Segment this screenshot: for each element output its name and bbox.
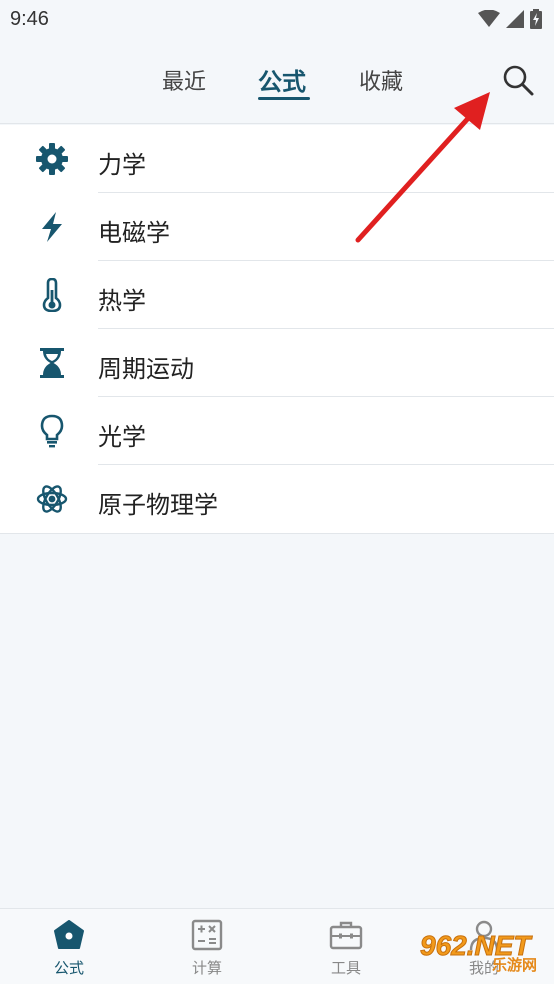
category-list: 力学 电磁学 热学 周期运动 光学 原子物理学 — [0, 125, 554, 534]
list-item-mechanics[interactable]: 力学 — [0, 125, 554, 193]
list-item-electromagnetism[interactable]: 电磁学 — [0, 193, 554, 261]
list-item-label: 力学 — [98, 151, 146, 179]
list-item-thermodynamics[interactable]: 热学 — [0, 261, 554, 329]
toolbox-icon — [328, 917, 364, 953]
nav-label: 公式 — [53, 959, 84, 977]
list-item-atomic-physics[interactable]: 原子物理学 — [0, 465, 554, 533]
list-item-periodic-motion[interactable]: 周期运动 — [0, 329, 554, 397]
nav-label: 计算 — [191, 959, 222, 977]
lightbulb-icon — [34, 413, 70, 449]
wifi-icon — [478, 10, 500, 27]
nav-formulas[interactable]: 公式 — [19, 909, 119, 984]
watermark-logo: 962.NET 乐游网 — [414, 930, 548, 982]
tab-formulas[interactable]: 公式 — [258, 62, 306, 97]
list-item-label: 电磁学 — [98, 219, 170, 247]
hourglass-icon — [34, 345, 70, 381]
list-item-label: 周期运动 — [98, 355, 194, 383]
list-item-label: 原子物理学 — [98, 491, 218, 519]
list-item-optics[interactable]: 光学 — [0, 397, 554, 465]
tab-recent[interactable]: 最近 — [162, 64, 206, 96]
atom-icon — [34, 481, 70, 517]
search-button[interactable] — [500, 62, 536, 98]
home-icon — [51, 917, 87, 953]
tab-favorites[interactable]: 收藏 — [359, 64, 403, 96]
list-item-label: 热学 — [98, 287, 146, 315]
lightning-icon — [34, 209, 70, 245]
gear-icon — [34, 141, 70, 177]
calculator-icon — [189, 917, 225, 953]
status-icons — [478, 9, 542, 29]
list-item-label: 光学 — [98, 423, 146, 451]
top-tab-bar: 最近 公式 收藏 — [0, 38, 554, 124]
thermometer-icon — [34, 277, 70, 313]
search-icon — [503, 65, 534, 96]
status-time: 9:46 — [10, 7, 49, 30]
nav-label: 工具 — [330, 959, 361, 977]
signal-icon — [506, 10, 524, 28]
battery-icon — [530, 9, 542, 29]
active-tab-indicator — [258, 97, 310, 100]
watermark-sub-text: 乐游网 — [492, 956, 538, 974]
nav-tools[interactable]: 工具 — [296, 909, 396, 984]
nav-calculate[interactable]: 计算 — [157, 909, 257, 984]
status-bar: 9:46 — [0, 0, 554, 38]
